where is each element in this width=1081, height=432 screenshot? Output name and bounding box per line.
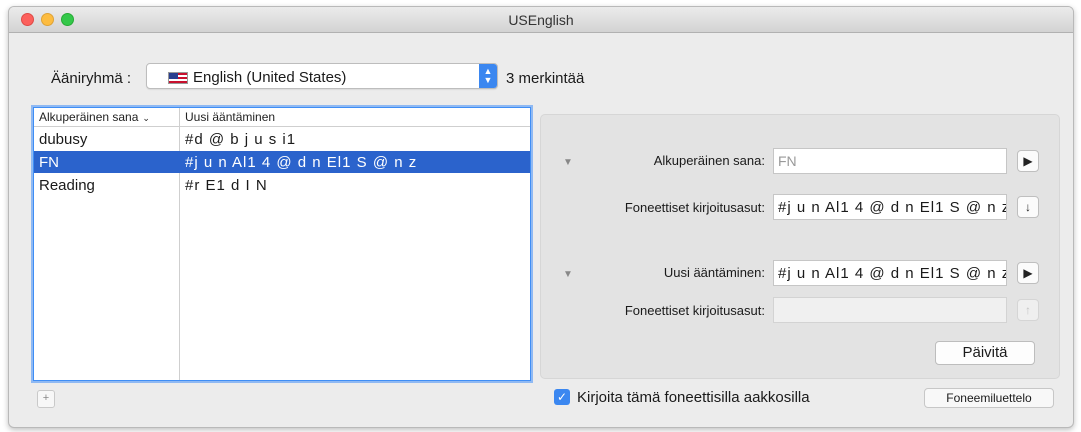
title-bar: USEnglish bbox=[9, 7, 1073, 33]
table-row[interactable]: Reading #r E1 d I N bbox=[34, 174, 530, 196]
row-pronunciation: #j u n Al1 4 @ d n El1 S @ n z bbox=[185, 154, 418, 171]
copy-up-button: ↑ bbox=[1017, 299, 1039, 321]
arrow-down-icon: ↓ bbox=[1025, 200, 1031, 214]
phoneme-list-button[interactable]: Foneemiluettelo bbox=[924, 388, 1054, 408]
phonetic-alphabet-checkbox[interactable]: ✓ bbox=[554, 389, 570, 405]
row-word: Reading bbox=[39, 177, 95, 194]
table-header: Alkuperäinen sana ⌄ Uusi ääntäminen bbox=[34, 108, 530, 127]
play-original-button[interactable]: ▶ bbox=[1017, 150, 1039, 172]
row-word: FN bbox=[39, 154, 59, 171]
column-header-new-pronunciation[interactable]: Uusi ääntäminen bbox=[185, 110, 275, 124]
play-icon: ▶ bbox=[1023, 154, 1033, 168]
arrow-up-icon: ↑ bbox=[1025, 303, 1031, 317]
window-title: USEnglish bbox=[508, 12, 574, 28]
sort-chevron-icon: ⌄ bbox=[142, 113, 150, 123]
play-icon: ▶ bbox=[1023, 266, 1033, 280]
phonetic-spelling-label-2: Foneettiset kirjoitusasut: bbox=[624, 303, 765, 318]
row-word: dubusy bbox=[39, 131, 88, 148]
pronunciation-table[interactable]: Alkuperäinen sana ⌄ Uusi ääntäminen dubus… bbox=[33, 107, 531, 381]
detail-panel: ▼ Alkuperäinen sana: FN ▶ Foneettiset ki… bbox=[540, 114, 1060, 379]
voice-group-label: Ääniryhmä : bbox=[51, 70, 132, 87]
phonetic-spelling-field[interactable]: #j u n Al1 4 @ d n El1 S @ n z bbox=[773, 194, 1007, 220]
voice-select-value: English (United States) bbox=[193, 69, 347, 86]
table-row[interactable]: dubusy #d @ b j u s i1 bbox=[34, 128, 530, 150]
table-row-selected[interactable]: FN #j u n Al1 4 @ d n El1 S @ n z bbox=[34, 151, 530, 173]
new-pronunciation-field[interactable]: #j u n Al1 4 @ d n El1 S @ n z bbox=[773, 260, 1007, 286]
us-flag-icon bbox=[168, 72, 188, 84]
row-pronunciation: #d @ b j u s i1 bbox=[185, 131, 297, 148]
play-new-button[interactable]: ▶ bbox=[1017, 262, 1039, 284]
app-window: USEnglish Ääniryhmä : English (United St… bbox=[8, 6, 1074, 428]
row-pronunciation: #r E1 d I N bbox=[185, 177, 268, 194]
phonetic-spelling-field-2 bbox=[773, 297, 1007, 323]
phonetic-alphabet-checkbox-label[interactable]: Kirjoita tämä foneettisilla aakkosilla bbox=[577, 389, 810, 406]
column-header-original-word[interactable]: Alkuperäinen sana ⌄ bbox=[39, 110, 150, 124]
entry-count: 3 merkintää bbox=[506, 70, 585, 87]
new-pronunciation-label: Uusi ääntäminen: bbox=[663, 265, 765, 280]
update-button[interactable]: Päivitä bbox=[935, 341, 1035, 365]
original-word-field[interactable]: FN bbox=[773, 148, 1007, 174]
add-entry-button[interactable]: + bbox=[37, 390, 55, 408]
select-stepper-icon: ▲ ▼ bbox=[479, 64, 497, 88]
voice-select[interactable]: English (United States) ▲ ▼ bbox=[146, 63, 498, 89]
original-word-label: Alkuperäinen sana: bbox=[653, 153, 765, 168]
copy-down-button[interactable]: ↓ bbox=[1017, 196, 1039, 218]
phonetic-spelling-label: Foneettiset kirjoitusasut: bbox=[624, 200, 765, 215]
